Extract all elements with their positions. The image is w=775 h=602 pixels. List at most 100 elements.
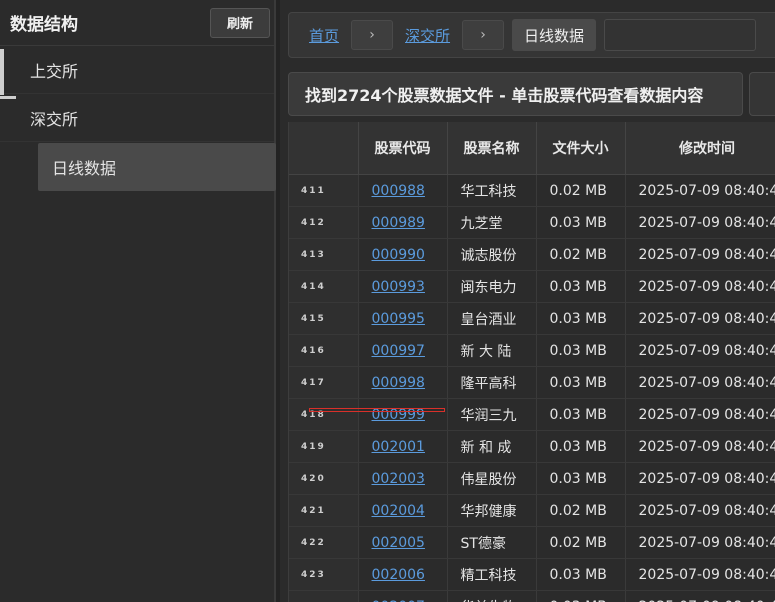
- stock-name-cell: 新 大 陆: [447, 334, 537, 367]
- row-index-cell: 411: [289, 174, 359, 207]
- table-body: 411 000988 华工科技 0.02 MB 2025-07-09 08:40:40 4…: [289, 174, 775, 602]
- stock-code-link[interactable]: 000997: [372, 343, 425, 359]
- breadcrumb-exchange-link[interactable]: 深交所: [393, 25, 462, 46]
- stock-code-link-cell: 000995: [358, 302, 448, 335]
- stock-name-cell: 皇台酒业: [447, 302, 537, 335]
- stock-code-link[interactable]: 000998: [372, 375, 425, 391]
- modified-time-cell: 2025-07-09 08:40:40: [625, 526, 775, 559]
- modified-time-cell: 2025-07-09 08:40:40: [625, 366, 775, 399]
- table-row[interactable]: 413 000990 诚志股份 0.02 MB 2025-07-09 08:40:40: [289, 238, 775, 271]
- file-size-cell: 0.03 MB: [536, 366, 626, 399]
- stock-code-link[interactable]: 002004: [372, 503, 425, 519]
- stock-code-link-cell: 002006: [358, 558, 448, 591]
- column-header-index[interactable]: [289, 122, 359, 175]
- file-size-cell: 0.03 MB: [536, 398, 626, 431]
- row-index-cell: 422: [289, 526, 359, 559]
- stock-name-cell: 隆平高科: [447, 366, 537, 399]
- table-row[interactable]: 411 000988 华工科技 0.02 MB 2025-07-09 08:40:40: [289, 174, 775, 207]
- row-index-cell: 412: [289, 206, 359, 239]
- table-row[interactable]: 419 002001 新 和 成 0.03 MB 2025-07-09 08:40:40: [289, 430, 775, 463]
- modified-time-cell: 2025-07-09 08:40:40: [625, 590, 775, 602]
- table-row[interactable]: 417 000998 隆平高科 0.03 MB 2025-07-09 08:40:40: [289, 366, 775, 399]
- column-header-size[interactable]: 文件大小: [536, 122, 626, 175]
- modified-time-cell: 2025-07-09 08:40:40: [625, 462, 775, 495]
- tree-item-sse[interactable]: 上交所: [0, 46, 274, 99]
- row-index-cell: 414: [289, 270, 359, 303]
- chevron-right-icon: ›: [351, 20, 394, 50]
- info-bar-side: [749, 72, 775, 116]
- column-header-time[interactable]: 修改时间: [625, 122, 775, 175]
- stock-code-link[interactable]: 002003: [372, 471, 425, 487]
- tree-item-szse[interactable]: 深交所: [0, 94, 274, 142]
- row-index-cell: 415: [289, 302, 359, 335]
- table-row[interactable]: 415 000995 皇台酒业 0.03 MB 2025-07-09 08:40:40: [289, 302, 775, 335]
- modified-time-cell: 2025-07-09 08:40:40: [625, 430, 775, 463]
- stock-name-cell: ST德豪: [447, 526, 537, 559]
- stock-name-cell: 新 和 成: [447, 430, 537, 463]
- stock-code-link-cell: 002004: [358, 494, 448, 527]
- chevron-right-icon: ›: [462, 20, 505, 50]
- breadcrumb-home-link[interactable]: 首页: [297, 25, 351, 46]
- file-size-cell: 0.03 MB: [536, 270, 626, 303]
- highlight-underline-annotation: [309, 408, 445, 412]
- panel-splitter[interactable]: [276, 0, 280, 602]
- column-header-name[interactable]: 股票名称: [447, 122, 537, 175]
- stock-code-link[interactable]: 000995: [372, 311, 425, 327]
- stock-code-link[interactable]: 000990: [372, 247, 425, 263]
- table-row[interactable]: 420 002003 伟星股份 0.03 MB 2025-07-09 08:40:40: [289, 462, 775, 495]
- stock-table: 股票代码 股票名称 文件大小 修改时间 411 000988 华工科技 0.02 MB…: [289, 122, 775, 602]
- modified-time-cell: 2025-07-09 08:40:40: [625, 558, 775, 591]
- stock-code-link[interactable]: 002005: [372, 535, 425, 551]
- modified-time-cell: 2025-07-09 08:40:40: [625, 238, 775, 271]
- stock-code-link-cell: 000988: [358, 174, 448, 207]
- table-row[interactable]: 412 000989 九芝堂 0.03 MB 2025-07-09 08:40:40: [289, 206, 775, 239]
- table-row[interactable]: 416 000997 新 大 陆 0.03 MB 2025-07-09 08:40:40: [289, 334, 775, 367]
- file-size-cell: 0.02 MB: [536, 174, 626, 207]
- stock-code-link[interactable]: 002006: [372, 567, 425, 583]
- row-index-cell: 423: [289, 558, 359, 591]
- stock-code-link-cell: 000993: [358, 270, 448, 303]
- stock-code-link-cell: 002001: [358, 430, 448, 463]
- stock-code-link[interactable]: 002001: [372, 439, 425, 455]
- column-header-code[interactable]: 股票代码: [358, 122, 448, 175]
- refresh-button[interactable]: 刷新: [210, 7, 270, 38]
- stock-name-cell: 华润三九: [447, 398, 537, 431]
- sidebar-title: 数据结构: [10, 15, 78, 35]
- table-row[interactable]: 414 000993 闽东电力 0.03 MB 2025-07-09 08:40:40: [289, 270, 775, 303]
- row-index-cell: 413: [289, 238, 359, 271]
- stock-code-link[interactable]: 002007: [372, 599, 425, 602]
- stock-code-link[interactable]: 000988: [372, 183, 425, 199]
- stock-name-cell: 华工科技: [447, 174, 537, 207]
- breadcrumb: 首页 › 深交所 › 日线数据: [288, 12, 775, 58]
- file-size-cell: 0.03 MB: [536, 590, 626, 602]
- stock-code-link-cell: 000999: [358, 398, 448, 431]
- stock-code-link-cell: 000990: [358, 238, 448, 271]
- stock-name-cell: 精工科技: [447, 558, 537, 591]
- file-size-cell: 0.03 MB: [536, 430, 626, 463]
- tree-item-daily-data[interactable]: 日线数据: [38, 143, 276, 191]
- table-row[interactable]: 424 002007 华兰生物0.03 MB2025-07-09 08:40:40: [289, 590, 775, 602]
- stock-name-cell: 诚志股份: [447, 238, 537, 271]
- row-index-cell: 421: [289, 494, 359, 527]
- sidebar: 数据结构 刷新 上交所 深交所 日线数据: [0, 0, 276, 602]
- stock-code-link-cell: 000998: [358, 366, 448, 399]
- table-row[interactable]: 418 000999 华润三九 0.03 MB 2025-07-09 08:40:40: [289, 398, 775, 431]
- table-row[interactable]: 422 002005 ST德豪 0.02 MB 2025-07-09 08:40:40: [289, 526, 775, 559]
- info-bar: 找到2724个股票数据文件 - 单击股票代码查看数据内容: [288, 72, 743, 116]
- stock-table-container: 股票代码 股票名称 文件大小 修改时间 411 000988 华工科技 0.02 MB…: [288, 122, 775, 602]
- file-size-cell: 0.03 MB: [536, 206, 626, 239]
- stock-code-link-cell: 002005: [358, 526, 448, 559]
- stock-name-cell: 闽东电力: [447, 270, 537, 303]
- stock-code-link[interactable]: 000993: [372, 279, 425, 295]
- stock-code-link[interactable]: 000989: [372, 215, 425, 231]
- stock-name-cell: 九芝堂: [447, 206, 537, 239]
- row-index-cell: 416: [289, 334, 359, 367]
- stock-code-link-cell: 000989: [358, 206, 448, 239]
- stock-name-cell: 伟星股份: [447, 462, 537, 495]
- modified-time-cell: 2025-07-09 08:40:40: [625, 270, 775, 303]
- stock-code-link-cell: 000997: [358, 334, 448, 367]
- table-row[interactable]: 423 002006 精工科技 0.03 MB 2025-07-09 08:40:40: [289, 558, 775, 591]
- table-header-row: 股票代码 股票名称 文件大小 修改时间: [289, 122, 775, 175]
- file-size-cell: 0.02 MB: [536, 494, 626, 527]
- table-row[interactable]: 421 002004 华邦健康 0.02 MB 2025-07-09 08:40:40: [289, 494, 775, 527]
